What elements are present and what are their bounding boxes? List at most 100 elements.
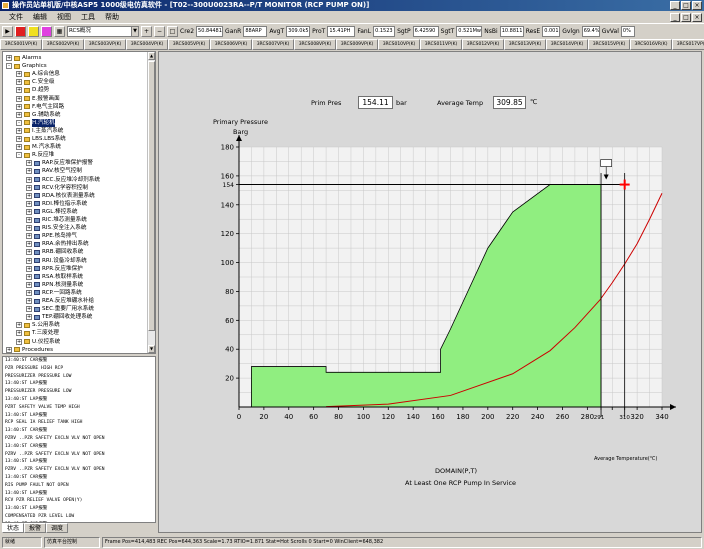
expand-icon[interactable]: + bbox=[26, 176, 32, 183]
expand-icon[interactable]: + bbox=[26, 314, 32, 321]
tab-document[interactable]: 3RCS011VP(K) bbox=[420, 39, 462, 50]
tree-item[interactable]: + RPR.反应堆保护 bbox=[26, 265, 83, 273]
minimize-button[interactable]: _ bbox=[670, 1, 680, 10]
tab-alarm[interactable]: 报警 bbox=[24, 523, 47, 533]
menu-view[interactable]: 视图 bbox=[52, 11, 76, 23]
snapshot-icon[interactable] bbox=[41, 25, 52, 37]
tree-item[interactable]: + RIC.堆芯测量系统 bbox=[26, 216, 87, 224]
freeze-icon[interactable] bbox=[28, 25, 39, 37]
expand-icon[interactable]: + bbox=[26, 208, 32, 215]
menu-help[interactable]: 帮助 bbox=[100, 11, 124, 23]
mdi-close-button[interactable]: × bbox=[692, 13, 702, 22]
tab-document[interactable]: 3RCS007VP(K) bbox=[252, 39, 294, 50]
expand-icon[interactable]: + bbox=[26, 217, 32, 223]
scroll-thumb[interactable] bbox=[148, 61, 155, 331]
tree-item[interactable]: + U.仪控系统 bbox=[16, 338, 60, 346]
expand-icon[interactable]: + bbox=[26, 298, 32, 304]
stop-icon[interactable] bbox=[15, 25, 26, 37]
tree-item[interactable]: + D.趋势 bbox=[16, 86, 49, 94]
tab-dispatch[interactable]: 调度 bbox=[46, 523, 69, 533]
tree-item[interactable]: + RSA.核取样系统 bbox=[26, 273, 83, 281]
tree-item[interactable]: + RCP.一回路系统 bbox=[26, 289, 82, 297]
tree-item[interactable]: + T.三废处理 bbox=[16, 329, 59, 337]
expand-icon[interactable]: + bbox=[26, 200, 32, 207]
maximize-button[interactable]: □ bbox=[681, 1, 691, 10]
tree-item[interactable]: + F.电气主回路 bbox=[16, 103, 64, 111]
expand-icon[interactable]: + bbox=[26, 192, 32, 199]
expand-icon[interactable]: + bbox=[26, 168, 32, 175]
tree-item[interactable]: + RAV.核空气控制 bbox=[26, 167, 82, 175]
tab-document[interactable]: 3RCS016VR(K) bbox=[630, 39, 672, 50]
tab-document[interactable]: 3RCS013VP(K) bbox=[504, 39, 546, 50]
expand-icon[interactable]: + bbox=[26, 225, 32, 232]
expand-icon[interactable]: + bbox=[16, 144, 22, 151]
expand-icon[interactable]: + bbox=[26, 241, 32, 248]
tree-item[interactable]: + LBS.LBS系统 bbox=[16, 135, 66, 143]
expand-icon[interactable]: + bbox=[26, 306, 32, 313]
tree-item[interactable]: + G.辅助系统 bbox=[16, 111, 61, 119]
tree-item[interactable]: + RPN.核测量系统 bbox=[26, 281, 83, 289]
collapse-icon[interactable]: - bbox=[16, 152, 22, 159]
expand-icon[interactable]: + bbox=[26, 281, 32, 288]
expand-icon[interactable]: + bbox=[26, 184, 32, 191]
tab-document[interactable]: 3RCS009VP(K) bbox=[336, 39, 378, 50]
tree-item[interactable]: + Procedures bbox=[6, 346, 53, 353]
close-button[interactable]: × bbox=[692, 1, 702, 10]
menu-edit[interactable]: 编辑 bbox=[28, 11, 52, 23]
scroll-down-icon[interactable]: ▼ bbox=[148, 345, 155, 353]
tree-item[interactable]: + RCC.反应堆冷却剂系统 bbox=[26, 176, 100, 184]
tree-item[interactable]: - R.反应堆 bbox=[16, 151, 54, 159]
expand-icon[interactable]: + bbox=[16, 111, 22, 118]
tree-item[interactable]: + RIS.安全注入系统 bbox=[26, 224, 86, 232]
tab-document[interactable]: 3RCS002VP(K) bbox=[42, 39, 84, 50]
expand-icon[interactable]: + bbox=[26, 289, 32, 296]
expand-icon[interactable]: + bbox=[26, 257, 32, 264]
run-icon[interactable]: ▶ bbox=[2, 25, 13, 37]
tab-document[interactable]: 3RCS012VP(K) bbox=[462, 39, 504, 50]
tab-document[interactable]: 3RCS005VP(K) bbox=[168, 39, 210, 50]
grid-icon[interactable]: ▦ bbox=[54, 25, 65, 37]
tree-item[interactable]: + RPE.核岛排气 bbox=[26, 232, 77, 240]
tree-item[interactable]: + RRA.余热排出系统 bbox=[26, 240, 89, 248]
expand-icon[interactable]: + bbox=[16, 136, 22, 142]
expand-icon[interactable]: + bbox=[16, 95, 22, 102]
tree-item[interactable]: + S.公用系统 bbox=[16, 321, 60, 329]
tab-document[interactable]: 3RCS006VP(K) bbox=[210, 39, 252, 50]
tab-document[interactable]: 3RCS010VP(K) bbox=[378, 39, 420, 50]
tree-item[interactable]: - H.汽轮机 bbox=[16, 118, 55, 127]
tree-item[interactable]: + M.汽水系统 bbox=[16, 143, 61, 151]
expand-icon[interactable]: + bbox=[16, 103, 22, 110]
expand-icon[interactable]: + bbox=[16, 322, 22, 329]
expand-icon[interactable]: + bbox=[16, 71, 22, 78]
expand-icon[interactable]: + bbox=[16, 338, 22, 345]
tree-item[interactable]: + RDA.核仪表测量系统 bbox=[26, 192, 95, 200]
tab-document[interactable]: 3RCS017VP(K) bbox=[672, 39, 704, 50]
tree-item[interactable]: + RRB.硼回收系统 bbox=[26, 248, 83, 256]
zoom-fit-icon[interactable]: □ bbox=[167, 25, 178, 37]
expand-icon[interactable]: + bbox=[26, 160, 32, 167]
tree-item[interactable]: + RCV.化学容积控制 bbox=[26, 184, 88, 192]
expand-icon[interactable]: + bbox=[16, 87, 22, 94]
tree-item[interactable]: + SEC.重要厂用水系统 bbox=[26, 305, 94, 313]
expand-icon[interactable]: + bbox=[26, 273, 32, 280]
collapse-icon[interactable]: - bbox=[16, 119, 22, 126]
expand-icon[interactable]: + bbox=[6, 55, 12, 61]
mdi-minimize-button[interactable]: _ bbox=[670, 13, 680, 22]
mdi-maximize-button[interactable]: □ bbox=[681, 13, 691, 22]
expand-icon[interactable]: + bbox=[26, 249, 32, 256]
tab-document[interactable]: 3RCS004VP(K) bbox=[126, 39, 168, 50]
tree-item[interactable]: + REA.反应堆硼水补给 bbox=[26, 297, 94, 305]
zoom-in-icon[interactable]: + bbox=[141, 25, 152, 37]
tree-item[interactable]: + A.综合信息 bbox=[16, 70, 60, 78]
scroll-up-icon[interactable]: ▲ bbox=[148, 52, 155, 60]
tab-document[interactable]: 3RCS008VP(K) bbox=[294, 39, 336, 50]
menu-tools[interactable]: 工具 bbox=[76, 11, 100, 23]
tree-item[interactable]: + TEP.硼回收处理系统 bbox=[26, 313, 92, 321]
tab-document[interactable]: 3RCS014VP(K) bbox=[546, 39, 588, 50]
collapse-icon[interactable]: - bbox=[6, 63, 12, 70]
expand-icon[interactable]: + bbox=[16, 330, 22, 337]
tree-item[interactable]: + RAP.反应堆保护报警 bbox=[26, 159, 93, 167]
tree-scrollbar[interactable]: ▲ ▼ bbox=[147, 52, 155, 353]
tree-item[interactable]: + C.安全级 bbox=[16, 78, 54, 86]
tree-item[interactable]: + E.报警画面 bbox=[16, 95, 60, 103]
